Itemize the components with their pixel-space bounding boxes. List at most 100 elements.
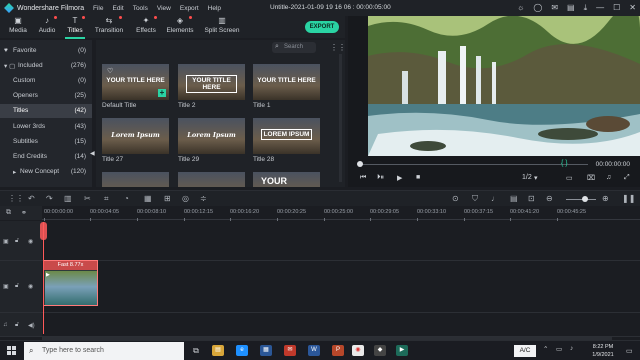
preview-track[interactable] xyxy=(360,164,588,165)
tab-elements[interactable]: ◈ Elements xyxy=(166,16,194,38)
chrome-icon[interactable]: ◉ xyxy=(352,345,364,356)
tree-item-end-credits[interactable]: End Credits (14) xyxy=(0,150,92,164)
cut-icon[interactable]: ✂ xyxy=(84,194,91,203)
menu-file[interactable]: File xyxy=(93,5,103,12)
lock-icon[interactable]: 🔓︎ xyxy=(15,322,19,329)
menu-tools[interactable]: Tools xyxy=(133,5,148,12)
network-icon[interactable]: ▭ xyxy=(556,345,562,353)
title-thumb-row3-3[interactable]: YOUR xyxy=(253,172,320,187)
tree-item-included[interactable]: ▾ ▢ Included (276) xyxy=(0,59,92,73)
title-thumb-27[interactable]: Lorem Ipsum xyxy=(102,118,169,154)
tree-item-favorite[interactable]: ♥ Favorite (0) xyxy=(0,44,92,58)
title-thumb-2[interactable]: YOUR TITLE HERE xyxy=(178,64,245,100)
audio-adjust-icon[interactable]: ≑ xyxy=(200,194,207,203)
tray-chevron-icon[interactable]: ⌃ xyxy=(543,345,548,353)
tab-titles[interactable]: T Titles xyxy=(63,16,87,39)
voiceover-icon[interactable]: ▤ xyxy=(510,194,518,203)
track-lane-video-1[interactable] xyxy=(42,261,640,313)
snapshot-icon[interactable]: ⌧ xyxy=(587,174,595,182)
green-screen-icon[interactable]: ▦ xyxy=(144,194,152,203)
pause-icon[interactable]: ❚❚ xyxy=(622,194,635,203)
word-icon[interactable]: W xyxy=(308,345,320,356)
undo-icon[interactable]: ↶ xyxy=(28,194,35,203)
title-thumb-28[interactable]: LOREM IPSUM xyxy=(253,118,320,154)
edge-icon[interactable]: e xyxy=(236,345,248,356)
mail-icon[interactable]: ✉ xyxy=(284,345,296,356)
title-thumb-default[interactable]: ♡ YOUR TITLE HERE + xyxy=(102,64,169,100)
tab-effects[interactable]: ✦ Effects xyxy=(133,16,159,38)
filmora-taskbar-icon[interactable]: ▶ xyxy=(396,345,408,356)
tab-media[interactable]: ▣ Media xyxy=(6,16,30,38)
title-thumb-1[interactable]: YOUR TITLE HERE xyxy=(253,64,320,100)
eye-icon[interactable]: ◉ xyxy=(28,283,33,290)
menu-help[interactable]: Help xyxy=(208,5,221,12)
tree-item-new-concept[interactable]: ▸ New Concept (120) xyxy=(0,165,92,179)
add-to-timeline-icon[interactable]: + xyxy=(158,89,166,97)
lock-icon[interactable]: 🔓︎ xyxy=(15,238,19,245)
split-icon[interactable]: ⊞ xyxy=(164,194,171,203)
title-thumb-29[interactable]: Lorem Ipsum xyxy=(178,118,245,154)
zoom-out-icon[interactable]: ⊖ xyxy=(546,194,553,203)
store-icon[interactable]: ▦ xyxy=(260,345,272,356)
video-clip[interactable]: Fast 8.77x ▶ xyxy=(43,260,98,306)
tab-split-screen[interactable]: ▥ Split Screen xyxy=(204,16,240,38)
mic-icon[interactable]: ♩ xyxy=(491,194,499,203)
download-icon[interactable]: ⤓ xyxy=(584,3,588,13)
volume-icon[interactable]: ♫ xyxy=(606,174,611,181)
fullscreen-icon[interactable]: ⤢ xyxy=(624,174,630,182)
color-icon[interactable]: ◎ xyxy=(182,194,189,203)
link-icon[interactable]: ⚭ xyxy=(21,209,27,217)
library-scrollbar[interactable] xyxy=(339,54,342,182)
menu-view[interactable]: View xyxy=(157,5,171,12)
grid-menu-icon[interactable]: ⋮⋮ xyxy=(8,194,24,203)
crop-icon[interactable]: ⌗ xyxy=(104,194,109,204)
redo-icon[interactable]: ↷ xyxy=(46,194,53,203)
preview-scrubber[interactable] xyxy=(357,161,363,167)
title-thumb-row3-1[interactable] xyxy=(102,172,169,187)
add-track-icon[interactable]: ⧉ xyxy=(6,209,11,217)
powerpoint-icon[interactable]: P xyxy=(332,345,344,356)
tree-item-subtitles[interactable]: Subtitles (15) xyxy=(0,135,92,149)
taskbar-search[interactable]: ⌕ Type here to search xyxy=(24,342,184,360)
notification-icon[interactable]: ✉ xyxy=(551,3,558,13)
tab-audio[interactable]: ♪ Audio xyxy=(35,16,59,38)
bulb-icon[interactable]: ☼ xyxy=(517,3,524,13)
windows-start-icon[interactable] xyxy=(7,346,17,356)
tree-item-titles[interactable]: Titles (42) xyxy=(0,104,92,118)
search-input[interactable]: ⌕ Search xyxy=(272,42,316,53)
tab-transition[interactable]: ⇆ Transition xyxy=(94,16,124,38)
timeline-ruler[interactable]: 00:00:00:00 00:00:04:05 00:00:08:10 00:0… xyxy=(42,206,640,221)
zoom-slider[interactable] xyxy=(566,199,596,200)
shield-icon[interactable]: ⛉ xyxy=(472,194,478,204)
maximize-icon[interactable]: ☐ xyxy=(613,3,620,13)
app-icon[interactable]: ◆ xyxy=(374,345,386,356)
render-icon[interactable]: ⊙ xyxy=(452,194,459,203)
favorite-heart-icon[interactable]: ♡ xyxy=(107,67,113,75)
export-button[interactable]: EXPORT xyxy=(305,21,339,33)
ratio-dropdown-icon[interactable]: ▾ xyxy=(534,174,538,182)
menu-export[interactable]: Export xyxy=(180,5,199,12)
track-lane-audio-1[interactable] xyxy=(42,313,640,337)
file-explorer-icon[interactable]: ▤ xyxy=(212,345,224,356)
minimize-icon[interactable]: — xyxy=(596,3,604,13)
step-back-icon[interactable]: ⏵⏸ xyxy=(377,174,384,182)
tree-item-lower-3rds[interactable]: Lower 3rds (43) xyxy=(0,120,92,134)
save-icon[interactable]: ▤ xyxy=(567,3,575,13)
taskbar-clock[interactable]: 8:22 PM 1/9/2021 xyxy=(586,343,620,359)
playhead-handle[interactable] xyxy=(40,222,47,240)
tree-item-custom[interactable]: Custom (0) xyxy=(0,74,92,88)
mute-icon[interactable]: ◀) xyxy=(28,322,35,329)
tree-item-openers[interactable]: Openers (25) xyxy=(0,89,92,103)
close-icon[interactable]: ✕ xyxy=(629,3,636,13)
title-thumb-row3-2[interactable] xyxy=(178,172,245,187)
language-indicator[interactable]: A/C xyxy=(514,345,536,357)
snap-icon[interactable]: ⊡ xyxy=(528,194,535,203)
lock-icon[interactable]: 🔓︎ xyxy=(15,283,19,290)
stop-icon[interactable]: ■ xyxy=(416,174,420,181)
zoom-in-icon[interactable]: ⊕ xyxy=(602,194,609,203)
display-icon[interactable]: ▭ xyxy=(566,174,573,182)
eye-icon[interactable]: ◉ xyxy=(28,238,33,245)
collapse-panel-icon[interactable]: ◀ xyxy=(90,150,95,157)
mark-in-out-icon[interactable]: { } xyxy=(561,160,568,167)
track-lane-video-2[interactable] xyxy=(42,221,640,261)
